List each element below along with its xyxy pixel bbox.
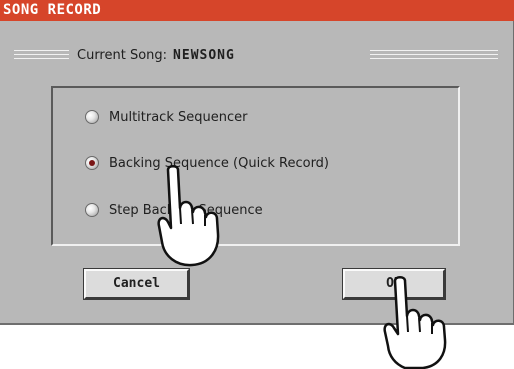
current-song-label: Current Song:: [77, 48, 168, 63]
current-song-name: NEWSONG: [173, 48, 235, 63]
radio-multitrack-sequencer[interactable]: [85, 110, 99, 124]
pointing-hand-icon: [157, 165, 220, 267]
cancel-button[interactable]: Cancel: [83, 268, 190, 300]
radio-step-backing-sequence[interactable]: [85, 203, 99, 217]
option-multitrack-sequencer[interactable]: Multitrack Sequencer: [85, 107, 247, 127]
dialog-title: SONG RECORD: [0, 0, 514, 21]
option-label: Multitrack Sequencer: [109, 109, 248, 125]
pointing-hand-icon: [383, 276, 447, 369]
header-divider-right: [370, 50, 498, 59]
radio-backing-sequence[interactable]: [85, 156, 99, 170]
current-song-header: Current Song: NEWSONG: [77, 46, 235, 66]
header-divider-left: [14, 50, 69, 59]
